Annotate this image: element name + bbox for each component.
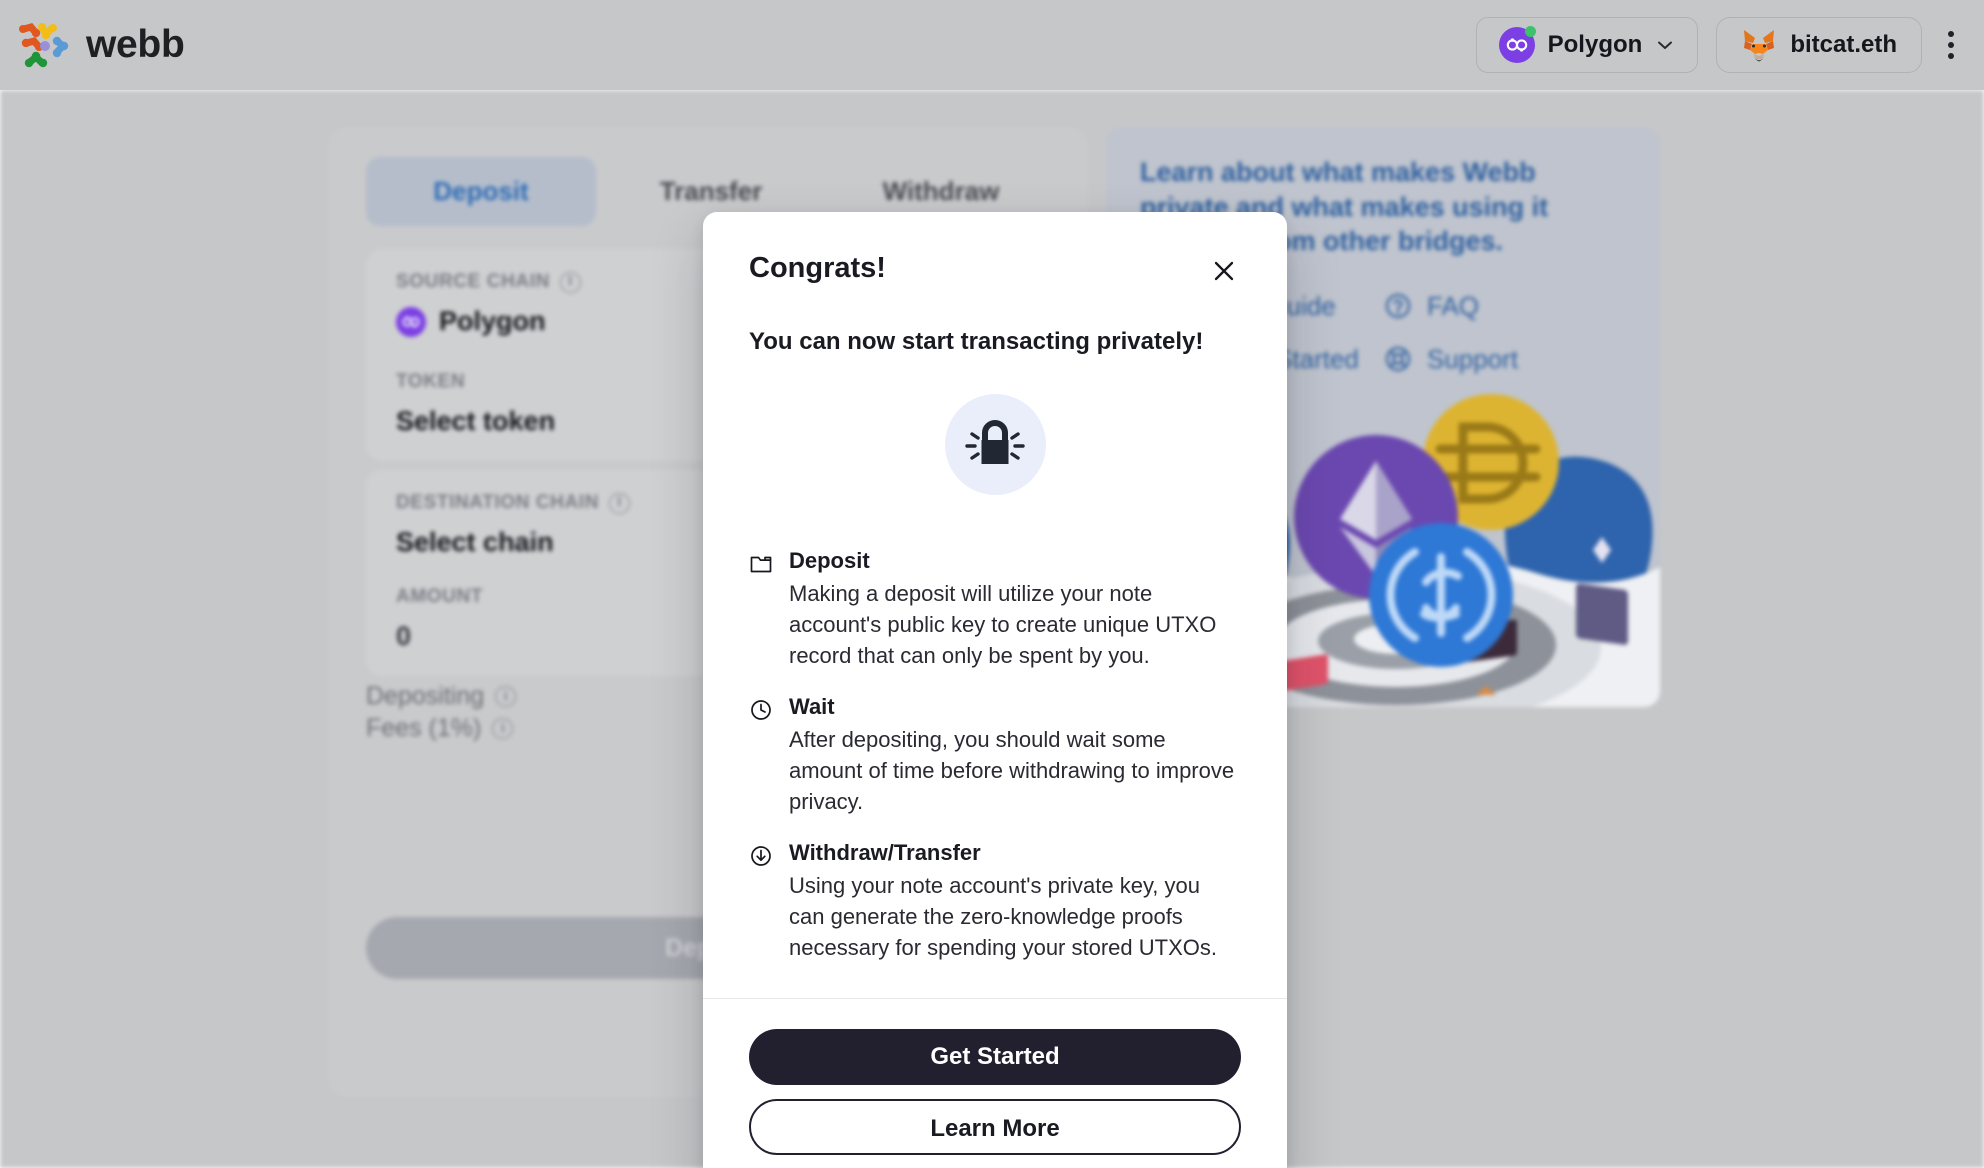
withdraw-icon — [751, 846, 771, 867]
clock-icon — [751, 700, 771, 721]
step-title: Deposit — [789, 548, 870, 573]
close-icon — [1214, 261, 1234, 281]
step-title: Withdraw/Transfer — [789, 840, 981, 866]
lock-icon — [965, 419, 1025, 464]
close-button[interactable] — [1207, 254, 1241, 288]
modal-header: Congrats! — [749, 252, 1241, 288]
modal-footer: Get Started Learn More — [703, 997, 1287, 1168]
folder-icon — [750, 556, 772, 573]
modal-body: Congrats! You can now start transacting … — [703, 212, 1287, 998]
lock-badge — [944, 394, 1046, 495]
modal-hero — [749, 394, 1241, 495]
step-wait: Wait After depositing, you should wait s… — [749, 693, 1241, 817]
congrats-modal: Congrats! You can now start transacting … — [703, 212, 1287, 1168]
modal-subtitle: You can now start transacting privately! — [749, 328, 1204, 355]
get-started-button[interactable]: Get Started — [749, 1028, 1241, 1085]
step-deposit: Deposit Making a deposit will utilize yo… — [749, 547, 1241, 671]
step-description: Using your note account's private key, y… — [789, 872, 1217, 961]
modal-overlay: Congrats! You can now start transacting … — [0, 0, 1984, 1168]
step-description: After depositing, you should wait some a… — [789, 726, 1235, 815]
step-withdraw-transfer: Withdraw/Transfer Using your note accoun… — [749, 839, 1241, 963]
modal-steps: Deposit Making a deposit will utilize yo… — [749, 547, 1241, 998]
modal-title: Congrats! — [749, 252, 886, 284]
step-title: Wait — [789, 694, 835, 720]
step-description: Making a deposit will utilize your note … — [789, 580, 1217, 668]
learn-more-button[interactable]: Learn More — [749, 1098, 1241, 1155]
